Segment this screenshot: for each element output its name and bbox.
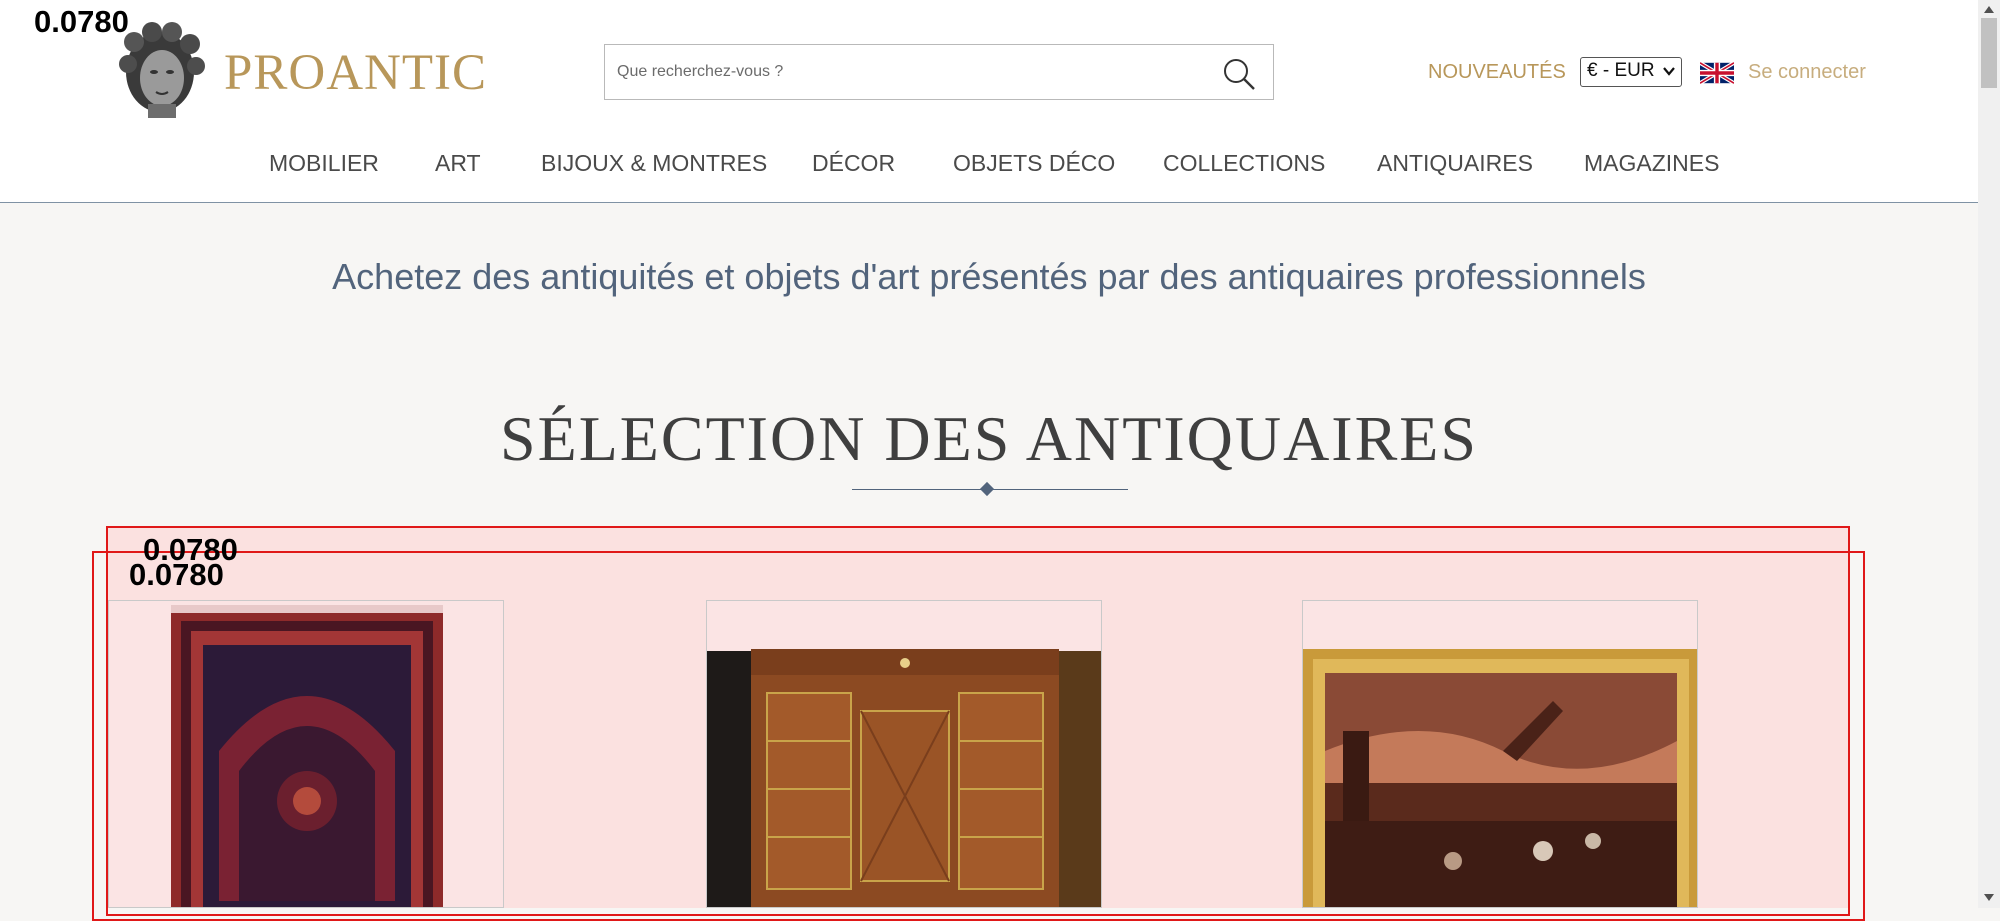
logo-wordmark[interactable]: PROANTIC: [224, 44, 487, 102]
site-header: PROANTIC Que recherchez-vous ? NOUVEAUTÉ…: [0, 0, 1978, 203]
chevron-down-icon: [1663, 67, 1675, 76]
login-link[interactable]: Se connecter: [1748, 61, 1866, 84]
menu-item-collections[interactable]: COLLECTIONS: [1163, 150, 1325, 177]
debug-score-label: 0.0780: [34, 4, 129, 39]
vertical-scrollbar[interactable]: [1978, 0, 2000, 908]
nouveautes-link[interactable]: NOUVEAUTÉS: [1428, 61, 1566, 84]
menu-item-magazines[interactable]: MAGAZINES: [1584, 150, 1719, 177]
divider-diamond-icon: [979, 481, 995, 497]
section-title: SÉLECTION DES ANTIQUAIRES: [500, 403, 1478, 474]
menu-item-antiquaires[interactable]: ANTIQUAIRES: [1377, 150, 1533, 177]
uk-flag-icon[interactable]: [1700, 61, 1734, 85]
search-icon[interactable]: [1221, 56, 1257, 92]
tagline: Achetez des antiquités et objets d'art p…: [332, 256, 1646, 297]
search-input[interactable]: Que recherchez-vous ?: [604, 44, 1274, 100]
currency-value: € - EUR: [1587, 60, 1655, 81]
main-menu: MOBILIER ART BIJOUX & MONTRES DÉCOR OBJE…: [0, 150, 1978, 180]
menu-item-mobilier[interactable]: MOBILIER: [269, 150, 379, 177]
menu-item-bijoux-montres[interactable]: BIJOUX & MONTRES: [541, 150, 767, 177]
debug-bounding-box: [92, 551, 1865, 921]
currency-select[interactable]: € - EUR: [1580, 57, 1682, 87]
scroll-up-arrow-icon[interactable]: [1984, 6, 1994, 13]
scroll-down-arrow-icon[interactable]: [1984, 894, 1994, 901]
menu-item-art[interactable]: ART: [435, 150, 481, 177]
debug-score-label: 0.0780: [129, 557, 224, 592]
menu-item-objets-deco[interactable]: OBJETS DÉCO: [953, 150, 1115, 177]
menu-item-decor[interactable]: DÉCOR: [812, 150, 895, 177]
search-placeholder: Que recherchez-vous ?: [617, 63, 784, 80]
scrollbar-thumb[interactable]: [1981, 18, 1997, 88]
